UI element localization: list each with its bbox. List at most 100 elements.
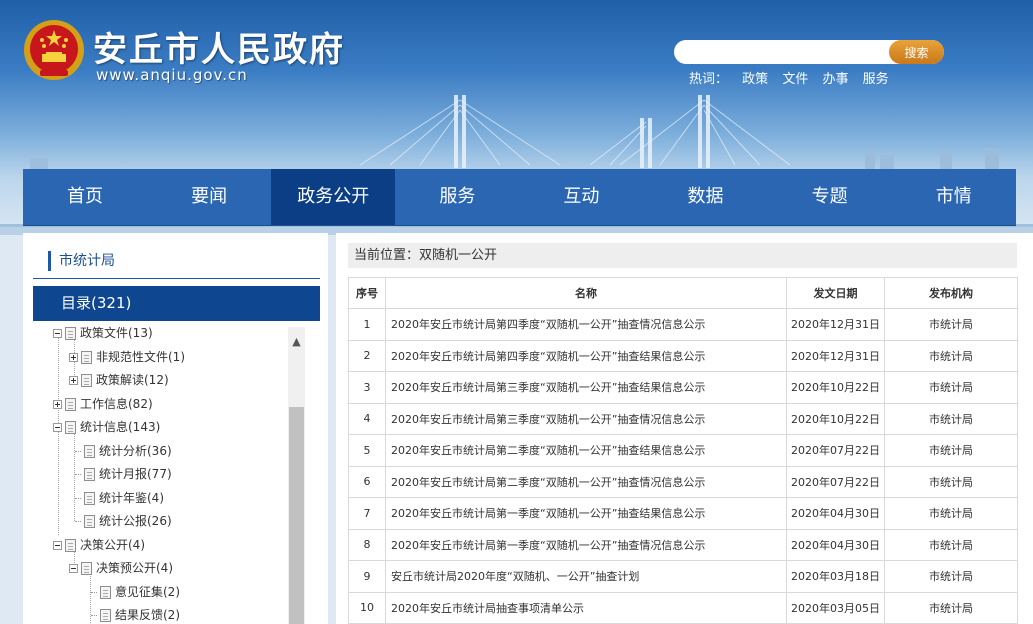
row-title-link[interactable]: 2020年安丘市统计局第一季度“双随机一公开”抽查结果信息公示 <box>385 497 787 530</box>
expand-icon[interactable] <box>69 376 78 385</box>
table-row[interactable]: 7 2020年安丘市统计局第一季度“双随机一公开”抽查结果信息公示 2020年04月… <box>348 497 1018 530</box>
row-title-link[interactable]: 2020年安丘市统计局第二季度“双随机一公开”抽查情况信息公示 <box>385 465 787 498</box>
nav-item-services[interactable]: 服务 <box>395 169 519 225</box>
nav-item-topics[interactable]: 专题 <box>768 169 892 225</box>
column-header-date: 发文日期 <box>786 277 885 309</box>
nav-item-home[interactable]: 首页 <box>23 169 147 225</box>
tree-node-label: 政策解读(12) <box>96 373 169 387</box>
scroll-up-arrow-icon[interactable]: ▲ <box>288 335 305 349</box>
row-index: 4 <box>348 402 386 435</box>
row-publisher: 市统计局 <box>884 339 1018 372</box>
tree-connector <box>75 497 81 499</box>
tree-node-statistical-analysis[interactable]: 统计分析(36) <box>75 441 172 461</box>
table-row[interactable]: 5 2020年安丘市统计局第二季度“双随机一公开”抽查结果信息公示 2020年07月… <box>348 434 1018 467</box>
search-button[interactable]: 搜索 <box>889 40 944 64</box>
national-emblem-icon <box>24 20 84 80</box>
site-title: 安丘市人民政府 <box>93 30 345 70</box>
tree-node-statistics-info[interactable]: 统计信息(143) <box>53 417 160 437</box>
row-index: 5 <box>348 434 386 467</box>
tree-node-label: 统计公报(26) <box>99 514 172 528</box>
tree-node-decision-disclosure[interactable]: 决策公开(4) <box>53 535 145 555</box>
tree-node-bulletin[interactable]: 统计公报(26) <box>75 511 172 531</box>
document-icon <box>84 468 95 481</box>
search-bar: 搜索 <box>674 40 944 64</box>
tree-node-label: 统计分析(36) <box>99 443 172 458</box>
row-index: 6 <box>348 465 386 498</box>
main-content: 当前位置：双随机一公开 序号 名称 发文日期 发布机构 1 2020年安丘市统计局… <box>336 233 1033 624</box>
document-icon <box>65 327 76 340</box>
table-row[interactable]: 3 2020年安丘市统计局第三季度“双随机一公开”抽查结果信息公示 2020年10月… <box>348 371 1018 404</box>
table-row[interactable]: 4 2020年安丘市统计局第三季度“双随机一公开”抽查情况信息公示 2020年10月… <box>348 402 1018 435</box>
row-title-link[interactable]: 安丘市统计局2020年度“双随机、一公开”抽查计划 <box>385 560 787 593</box>
row-index: 10 <box>348 591 386 624</box>
table-row[interactable]: 8 2020年安丘市统计局第一季度“双随机一公开”抽查情况信息公示 2020年04月… <box>348 528 1018 561</box>
document-icon <box>65 397 76 411</box>
sidebar: 市统计局 目录(321) 政策文件(13) 非规范性文件(1) 政策解读(12)… <box>23 233 328 624</box>
expand-icon[interactable] <box>69 352 78 362</box>
row-title-link[interactable]: 2020年安丘市统计局第四季度“双随机一公开”抽查情况信息公示 <box>385 308 787 341</box>
tree-connector <box>75 521 81 522</box>
row-date: 2020年04月30日 <box>786 497 885 530</box>
nav-item-gov-affairs[interactable]: 政务公开 <box>271 169 396 225</box>
expand-icon[interactable] <box>53 399 62 409</box>
row-publisher: 市统计局 <box>884 434 1018 467</box>
tree-node-opinion-collection[interactable]: 意见征集(2) <box>91 582 180 602</box>
document-icon <box>65 421 76 434</box>
nav-item-news[interactable]: 要闻 <box>147 169 271 225</box>
collapse-icon[interactable] <box>53 540 62 550</box>
tree-node-work-info[interactable]: 工作信息(82) <box>53 394 153 414</box>
collapse-icon[interactable] <box>53 329 62 338</box>
tree-node-yearbook[interactable]: 统计年鉴(4) <box>75 488 164 508</box>
tree-node-policy-interpretation[interactable]: 政策解读(12) <box>69 370 169 390</box>
nav-item-interaction[interactable]: 互动 <box>519 169 643 225</box>
catalog-tree: 政策文件(13) 非规范性文件(1) 政策解读(12) 工作信息(82) 统计信… <box>53 323 288 624</box>
table-header-row: 序号 名称 发文日期 发布机构 <box>348 277 1018 309</box>
tree-connector <box>91 615 97 616</box>
row-title-link[interactable]: 2020年安丘市统计局第三季度“双随机一公开”抽查结果信息公示 <box>385 371 787 404</box>
table-row[interactable]: 2 2020年安丘市统计局第四季度“双随机一公开”抽查结果信息公示 2020年12月… <box>348 339 1018 372</box>
catalog-header[interactable]: 目录(321) <box>33 286 320 321</box>
hot-word-link[interactable]: 文件 <box>782 72 808 87</box>
row-index: 1 <box>348 308 386 341</box>
tree-node-non-normative[interactable]: 非规范性文件(1) <box>69 347 185 367</box>
hot-word-link[interactable]: 政策 <box>742 72 768 87</box>
row-publisher: 市统计局 <box>884 497 1018 530</box>
row-title-link[interactable]: 2020年安丘市统计局抽查事项清单公示 <box>385 591 787 624</box>
tree-node-result-feedback[interactable]: 结果反馈(2) <box>91 605 180 624</box>
tree-node-policy-docs[interactable]: 政策文件(13) <box>53 323 153 343</box>
tree-node-decision-pre-disclosure[interactable]: 决策预公开(4) <box>69 558 173 578</box>
row-title-link[interactable]: 2020年安丘市统计局第四季度“双随机一公开”抽查结果信息公示 <box>385 339 787 372</box>
collapse-icon[interactable] <box>69 564 78 573</box>
tree-scrollbar[interactable]: ▲ <box>288 327 305 624</box>
hot-word-link[interactable]: 服务 <box>863 72 889 87</box>
nav-item-city-info[interactable]: 市情 <box>892 169 1016 225</box>
search-input[interactable] <box>682 42 887 62</box>
scroll-thumb[interactable] <box>289 407 304 624</box>
tree-connector <box>75 450 81 452</box>
table-row[interactable]: 6 2020年安丘市统计局第二季度“双随机一公开”抽查情况信息公示 2020年07月… <box>348 465 1018 498</box>
nav-item-data[interactable]: 数据 <box>643 169 767 225</box>
row-date: 2020年04月30日 <box>786 528 885 561</box>
document-icon <box>100 609 111 622</box>
row-date: 2020年10月22日 <box>786 371 885 404</box>
row-title-link[interactable]: 2020年安丘市统计局第三季度“双随机一公开”抽查情况信息公示 <box>385 402 787 435</box>
tree-node-label: 工作信息(82) <box>80 396 153 411</box>
row-publisher: 市统计局 <box>884 591 1018 624</box>
main-nav: 首页 要闻 政务公开 服务 互动 数据 专题 市情 <box>23 169 1016 225</box>
hot-words: 热词： 政策 文件 办事 服务 <box>689 68 899 87</box>
tree-connector <box>75 474 81 475</box>
row-title-link[interactable]: 2020年安丘市统计局第一季度“双随机一公开”抽查情况信息公示 <box>385 528 787 561</box>
sidebar-divider <box>33 278 320 279</box>
row-date: 2020年10月22日 <box>786 402 885 435</box>
document-icon <box>100 585 111 599</box>
tree-connector <box>91 591 97 593</box>
hot-word-link[interactable]: 办事 <box>822 72 848 87</box>
table-row[interactable]: 1 2020年安丘市统计局第四季度“双随机一公开”抽查情况信息公示 2020年12月… <box>348 308 1018 341</box>
row-publisher: 市统计局 <box>884 560 1018 593</box>
collapse-icon[interactable] <box>53 423 62 432</box>
document-icon <box>81 562 92 575</box>
row-title-link[interactable]: 2020年安丘市统计局第二季度“双随机一公开”抽查结果信息公示 <box>385 434 787 467</box>
table-row[interactable]: 10 2020年安丘市统计局抽查事项清单公示 2020年03月05日 市统计局 <box>348 591 1018 624</box>
table-row[interactable]: 9 安丘市统计局2020年度“双随机、一公开”抽查计划 2020年03月18日 市统计… <box>348 560 1018 593</box>
tree-node-monthly-report[interactable]: 统计月报(77) <box>75 464 172 484</box>
